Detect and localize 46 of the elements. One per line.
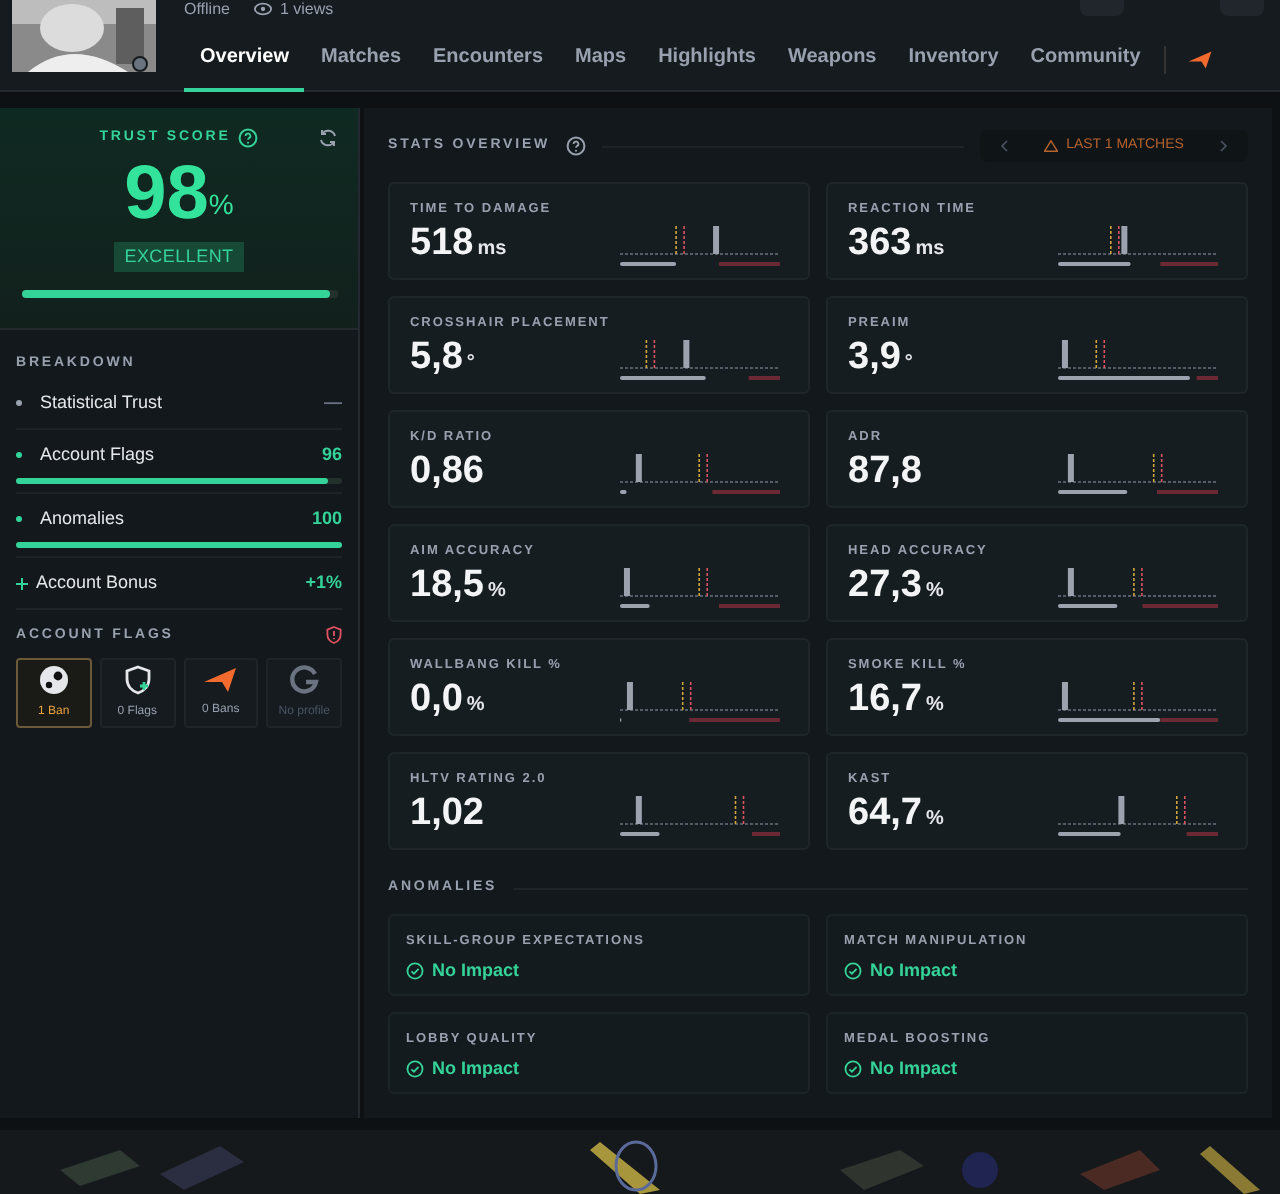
breakdown-label: Anomalies xyxy=(40,505,125,532)
stat-unit: ms xyxy=(477,235,507,264)
stat-value: 5,8 xyxy=(410,335,463,380)
stat-value: 0,86 xyxy=(410,449,484,494)
stat-value: 27,3 xyxy=(848,563,922,608)
nav-tab[interactable]: Overview xyxy=(184,30,305,92)
stat-value: 1,02 xyxy=(410,791,484,836)
stat-value: 64,7 xyxy=(848,791,922,836)
nav-tab[interactable]: Weapons xyxy=(771,30,893,92)
nav-tab[interactable]: Community xyxy=(1014,30,1157,92)
breakdown-value: 96 xyxy=(321,441,342,468)
stat-unit: ° xyxy=(466,349,475,378)
anomaly-status: No Impact xyxy=(432,957,520,984)
stat-value: 518 xyxy=(410,221,474,266)
stat-unit: % xyxy=(466,691,485,720)
percent-unit: % xyxy=(208,185,234,223)
trust-score-value: 98 xyxy=(124,153,209,233)
breakdown-label: Account Bonus xyxy=(36,569,158,596)
stat-value: 16,7 xyxy=(848,677,922,722)
breakdown-value: — xyxy=(324,389,342,416)
nav-tab[interactable]: Encounters xyxy=(417,30,560,92)
nav-tab[interactable]: Matches xyxy=(304,30,417,92)
stat-value: 363 xyxy=(848,221,912,266)
stat-unit: % xyxy=(925,577,944,606)
nav-tab[interactable]: Inventory xyxy=(892,30,1015,92)
views-count: 1 views xyxy=(253,0,334,18)
nav-tab[interactable]: Highlights xyxy=(642,30,772,92)
anomaly-status: No Impact xyxy=(870,957,958,984)
anomaly-status: No Impact xyxy=(432,1055,520,1082)
stat-value: 87,8 xyxy=(848,449,922,494)
rating-badge: EXCELLENT xyxy=(114,241,244,272)
breakdown-label: Account Flags xyxy=(40,441,155,468)
status-text: Offline xyxy=(184,0,230,18)
anomaly-status: No Impact xyxy=(870,1055,958,1082)
breakdown-value: 100 xyxy=(311,505,342,532)
breakdown-label: Statistical Trust xyxy=(40,389,163,416)
stat-value: 3,9 xyxy=(848,335,901,380)
stat-unit: % xyxy=(487,577,506,606)
nav-tab[interactable]: Maps xyxy=(559,30,643,92)
stat-unit: % xyxy=(925,691,944,720)
stat-unit: ms xyxy=(915,235,945,264)
stat-value: 0,0 xyxy=(410,677,463,722)
stat-unit: ° xyxy=(904,349,913,378)
breakdown-value: +1% xyxy=(305,569,342,596)
stat-unit: % xyxy=(925,805,944,834)
stat-value: 18,5 xyxy=(410,563,484,608)
